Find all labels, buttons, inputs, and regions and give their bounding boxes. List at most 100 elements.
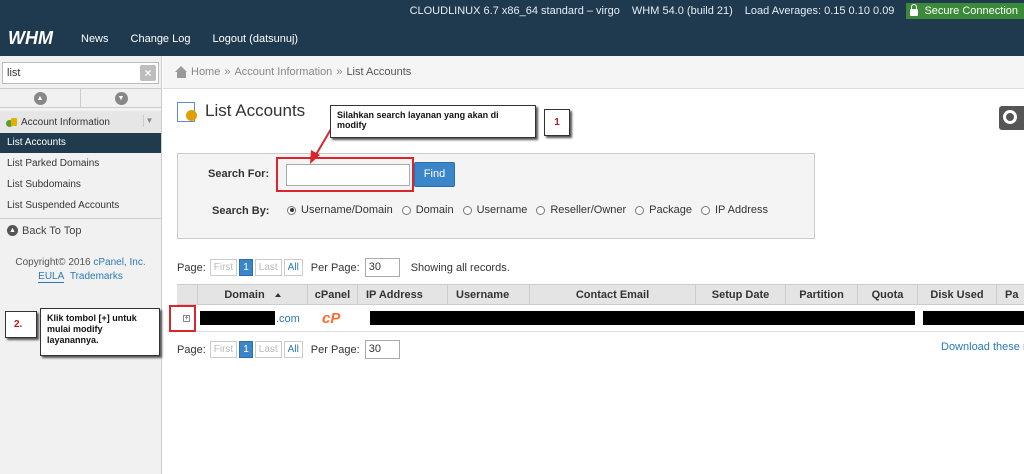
column-contact-email[interactable]: Contact Email	[530, 285, 696, 305]
secure-connection-label: Secure Connection	[924, 5, 1018, 17]
radio-dot[interactable]	[401, 205, 411, 215]
top-bar: CLOUDLINUX 6.7 x86_64 standard – virgo W…	[0, 0, 1024, 56]
whm-version: WHM 54.0 (build 21)	[631, 5, 733, 17]
radio-username-domain[interactable]: Username/Domain	[287, 204, 393, 216]
nav-logout[interactable]: Logout (datsunuj)	[212, 33, 298, 45]
page-current-button[interactable]: 1	[239, 259, 253, 276]
sidebar-item-list-suspended-accounts[interactable]: List Suspended Accounts	[0, 196, 161, 216]
nav-change-log[interactable]: Change Log	[131, 33, 191, 45]
column-partition[interactable]: Partition	[786, 285, 858, 305]
sidebar-prev[interactable]: ▲	[0, 89, 81, 107]
page-last-button[interactable]: Last	[254, 259, 282, 276]
column-setup-date[interactable]: Setup Date	[696, 285, 786, 305]
annotation-note-2: Klik tombol [+] untuk mulai modify layan…	[40, 308, 160, 356]
domain-suffix-link[interactable]: .com	[276, 313, 300, 325]
pagination-top: Page: First 1 Last All Per Page: 30 Show…	[177, 258, 510, 277]
copyright-prefix: Copyright© 2016	[15, 257, 94, 268]
server-status-line: CLOUDLINUX 6.7 x86_64 standard – virgo W…	[410, 3, 1024, 19]
column-disk-used[interactable]: Disk Used	[918, 285, 997, 305]
radio-dot[interactable]	[462, 205, 472, 215]
chevron-down-icon[interactable]: ▼	[143, 115, 155, 127]
radio-label: Package	[649, 204, 692, 216]
breadcrumb-separator: »	[336, 66, 343, 78]
radio-domain[interactable]: Domain	[401, 204, 454, 216]
radio-ip-address[interactable]: IP Address	[700, 204, 768, 216]
list-accounts-icon	[177, 100, 199, 122]
per-page-input[interactable]: 30	[364, 340, 400, 359]
sidebar-search: ×	[2, 62, 159, 84]
page-all-button[interactable]: All	[283, 259, 303, 276]
table-header: Domain cPanel IP Address Username Contac…	[177, 284, 1024, 305]
page-all-button[interactable]: All	[283, 341, 303, 358]
search-by-options: Username/Domain Domain Username Reseller…	[287, 204, 777, 216]
page-label: Page:	[177, 261, 206, 274]
annotation-highlight-search	[276, 157, 414, 192]
breadcrumb: Home » Account Information » List Accoun…	[163, 56, 1024, 89]
sidebar-nav-arrows: ▲ ▼	[0, 88, 161, 108]
table-header-expand	[177, 285, 198, 305]
radio-dot[interactable]	[700, 205, 710, 215]
column-domain[interactable]: Domain	[198, 285, 308, 305]
column-username[interactable]: Username	[448, 285, 530, 305]
search-by-label: Search By:	[212, 205, 270, 217]
radio-label: IP Address	[714, 204, 768, 216]
page-last-button[interactable]: Last	[254, 341, 282, 358]
annotation-number-1: 1	[544, 109, 570, 136]
radio-dot[interactable]	[536, 205, 546, 215]
per-page-input[interactable]: 30	[364, 258, 400, 277]
lock-icon	[910, 4, 919, 16]
arrow-up-icon: ▲	[33, 91, 47, 105]
page-title: List Accounts	[205, 101, 306, 120]
pagination-bottom: Page: First 1 Last All Per Page: 30	[177, 340, 400, 359]
download-link[interactable]: Download these r	[941, 341, 1024, 353]
top-nav: News Change Log Logout (datsunuj)	[81, 33, 320, 45]
radio-reseller-owner[interactable]: Reseller/Owner	[536, 204, 626, 216]
page-current-button[interactable]: 1	[239, 341, 253, 358]
column-quota[interactable]: Quota	[858, 285, 918, 305]
breadcrumb-current: List Accounts	[346, 66, 412, 78]
sidebar-item-list-parked-domains[interactable]: List Parked Domains	[0, 154, 161, 174]
annotation-highlight-expand	[169, 305, 196, 332]
radio-dot[interactable]	[287, 205, 296, 215]
cpanel-logo-icon[interactable]: cP	[322, 310, 340, 327]
back-to-top-link[interactable]: ▲ Back To Top	[0, 218, 161, 242]
home-icon[interactable]	[175, 66, 188, 78]
copyright: Copyright© 2016 cPanel, Inc. EULA Tradem…	[0, 256, 161, 284]
sort-ascending-icon	[274, 293, 281, 298]
search-for-label: Search For:	[208, 168, 270, 180]
eula-link[interactable]: EULA	[38, 271, 65, 283]
whm-logo[interactable]: WHM	[8, 28, 53, 49]
breadcrumb-account-information[interactable]: Account Information	[234, 66, 332, 78]
clear-search-button[interactable]: ×	[140, 65, 156, 81]
sidebar-item-list-accounts[interactable]: List Accounts	[0, 133, 161, 153]
radio-package[interactable]: Package	[635, 204, 692, 216]
radio-label: Username/Domain	[301, 204, 393, 216]
column-package[interactable]: Pa	[997, 285, 1024, 305]
redacted-disk-usage	[923, 311, 1024, 325]
search-panel	[177, 153, 815, 239]
server-info: CLOUDLINUX 6.7 x86_64 standard – virgo	[409, 5, 620, 17]
find-button[interactable]: Find	[414, 162, 455, 187]
trademarks-link[interactable]: Trademarks	[70, 271, 123, 282]
column-cpanel[interactable]: cPanel	[308, 285, 358, 305]
nav-news[interactable]: News	[81, 33, 109, 45]
back-to-top-label: Back To Top	[22, 224, 82, 237]
page-first-button[interactable]: First	[209, 341, 238, 358]
breadcrumb-home[interactable]: Home	[191, 66, 220, 78]
page-first-button[interactable]: First	[209, 259, 238, 276]
sidebar-search-input[interactable]	[7, 66, 132, 80]
sidebar-section-label: Account Information	[21, 116, 110, 128]
radio-username[interactable]: Username	[462, 204, 528, 216]
sidebar-section-account-information[interactable]: Account Information ▼	[0, 111, 161, 133]
radio-dot[interactable]	[635, 205, 645, 215]
secure-connection-badge[interactable]: Secure Connection	[906, 3, 1024, 19]
cpanel-inc-link[interactable]: cPanel, Inc.	[93, 257, 145, 268]
per-page-label: Per Page:	[310, 343, 360, 356]
arrow-up-circle-icon: ▲	[7, 225, 18, 236]
radio-label: Username	[476, 204, 528, 216]
help-lifebuoy-icon[interactable]	[999, 106, 1024, 130]
sidebar-item-list-subdomains[interactable]: List Subdomains	[0, 175, 161, 195]
sidebar-next[interactable]: ▼	[81, 89, 161, 107]
sidebar: × ▲ ▼ Account Information ▼ List Account…	[0, 56, 162, 474]
column-ip-address[interactable]: IP Address	[358, 285, 448, 305]
